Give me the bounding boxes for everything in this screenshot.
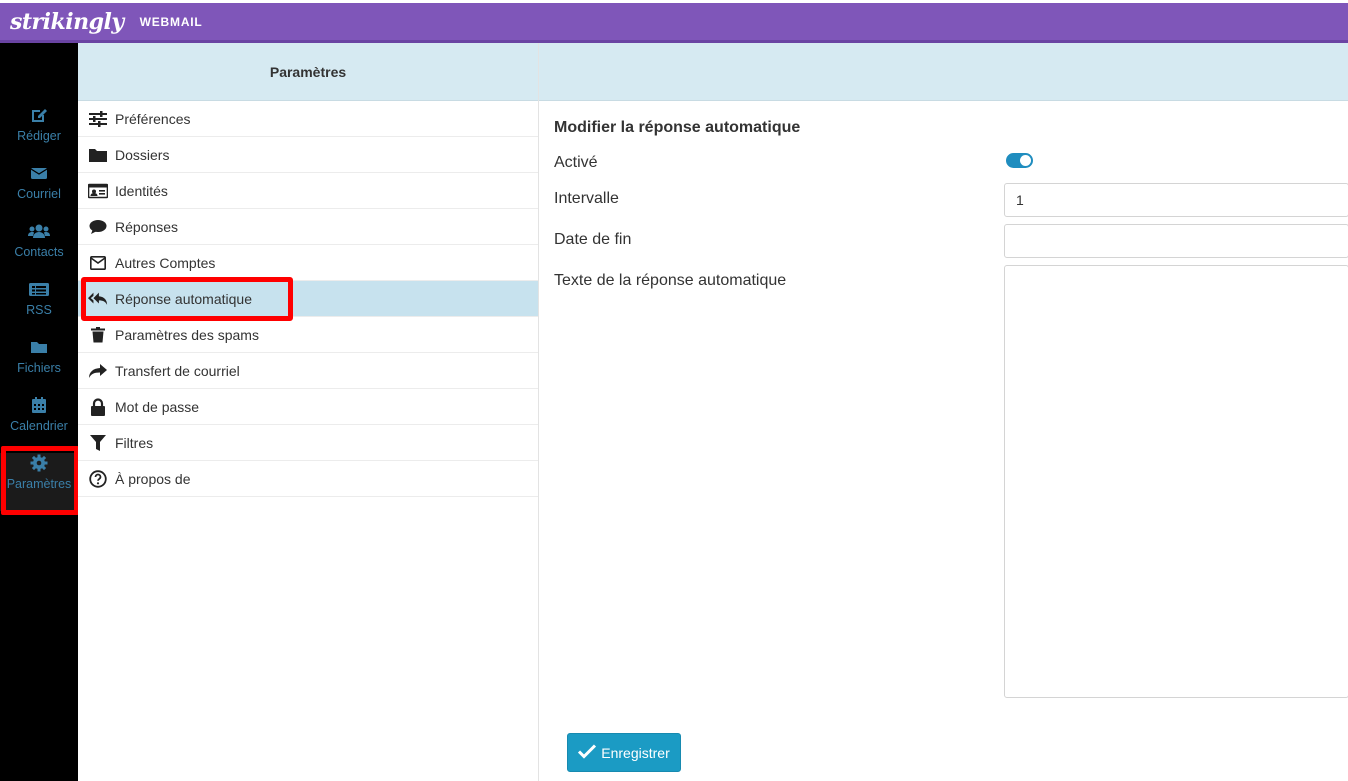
interval-input[interactable]: 1 <box>1004 183 1348 217</box>
menu-item-password[interactable]: Mot de passe <box>78 389 538 425</box>
toggle-knob <box>1020 155 1031 166</box>
menu-item-label: Paramètres des spams <box>115 326 259 343</box>
compose-icon <box>0 105 78 127</box>
end-date-input[interactable] <box>1004 224 1348 258</box>
share-icon <box>88 361 108 381</box>
nav-label: RSS <box>26 303 52 317</box>
interval-label: Intervalle <box>554 190 619 207</box>
menu-item-label: Identités <box>115 182 168 199</box>
menu-item-identities[interactable]: Identités <box>78 173 538 209</box>
menu-item-label: Dossiers <box>115 146 170 163</box>
nav-label: Rédiger <box>17 129 61 143</box>
save-button-label: Enregistrer <box>601 744 670 761</box>
highlight-box-auto-reply <box>81 277 293 321</box>
nav-item-files[interactable]: Fichiers <box>0 337 78 395</box>
content-header <box>539 43 1348 101</box>
menu-item-responses[interactable]: Réponses <box>78 209 538 245</box>
menu-item-label: À propos de <box>115 470 191 487</box>
comment-icon <box>88 217 108 237</box>
auto-reply-form: Modifier la réponse automatique Activé I… <box>539 43 1348 781</box>
settings-header: Paramètres <box>78 43 538 101</box>
filter-icon <box>88 433 108 453</box>
trash-icon <box>88 325 108 345</box>
menu-item-label: Autres Comptes <box>115 254 216 271</box>
folder-icon <box>88 145 108 165</box>
product-name: WEBMAIL <box>139 14 203 29</box>
question-circle-icon <box>88 469 108 489</box>
rss-list-icon <box>0 279 78 301</box>
menu-item-other-accounts[interactable]: Autres Comptes <box>78 245 538 281</box>
menu-item-spam-settings[interactable]: Paramètres des spams <box>78 317 538 353</box>
envelope-icon <box>0 163 78 185</box>
lock-icon <box>88 397 108 417</box>
left-nav: Rédiger Courriel Contacts RSS Fichiers C… <box>0 43 78 781</box>
active-toggle[interactable] <box>1006 153 1033 168</box>
menu-item-label: Mot de passe <box>115 398 200 415</box>
active-label: Activé <box>554 154 598 171</box>
envelope-square-icon <box>88 253 108 273</box>
check-icon <box>578 743 601 762</box>
calendar-icon <box>0 395 78 417</box>
form-title: Modifier la réponse automatique <box>554 119 801 136</box>
nav-label: Fichiers <box>17 361 61 375</box>
auto-reply-text-label: Texte de la réponse automatique <box>554 272 787 289</box>
save-button[interactable]: Enregistrer <box>567 733 681 772</box>
nav-label: Courriel <box>17 187 61 201</box>
nav-item-contacts[interactable]: Contacts <box>0 221 78 279</box>
highlight-box-settings <box>1 446 79 515</box>
menu-item-label: Transfert de courriel <box>115 362 240 379</box>
nav-item-mail[interactable]: Courriel <box>0 163 78 221</box>
id-card-icon <box>88 181 108 201</box>
logo[interactable]: strikingly <box>10 9 124 35</box>
users-icon <box>0 221 78 243</box>
sliders-icon <box>88 109 108 129</box>
auto-reply-textarea[interactable] <box>1004 265 1348 698</box>
end-date-label: Date de fin <box>554 231 632 248</box>
menu-item-mail-forwarding[interactable]: Transfert de courriel <box>78 353 538 389</box>
brand-bar: strikingly WEBMAIL <box>0 3 1348 43</box>
menu-item-about[interactable]: À propos de <box>78 461 538 497</box>
settings-menu: Paramètres Préférences Dossiers Identité… <box>78 43 539 781</box>
menu-item-label: Réponses <box>115 218 179 235</box>
menu-item-filters[interactable]: Filtres <box>78 425 538 461</box>
folder-icon <box>0 337 78 359</box>
nav-label: Contacts <box>14 245 64 259</box>
top-bar: strikingly WEBMAIL <box>0 0 1348 43</box>
menu-item-folders[interactable]: Dossiers <box>78 137 538 173</box>
menu-item-label: Préférences <box>115 110 191 127</box>
nav-item-compose[interactable]: Rédiger <box>0 105 78 163</box>
nav-label: Calendrier <box>10 419 68 433</box>
nav-item-calendar[interactable]: Calendrier <box>0 395 78 453</box>
menu-item-preferences[interactable]: Préférences <box>78 101 538 137</box>
menu-item-label: Filtres <box>115 434 154 451</box>
nav-item-rss[interactable]: RSS <box>0 279 78 337</box>
